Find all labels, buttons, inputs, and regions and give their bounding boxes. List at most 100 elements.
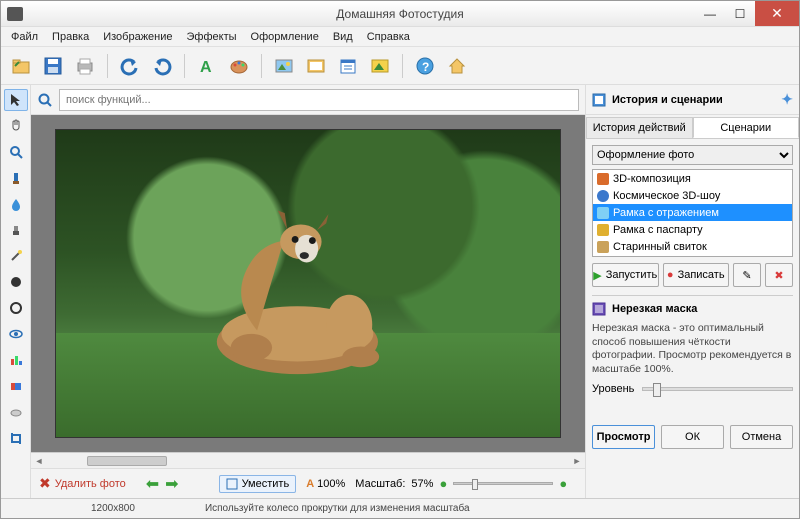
fit-button[interactable]: Уместить (219, 475, 297, 493)
save-button[interactable] (39, 52, 67, 80)
next-button[interactable]: ➡ (165, 474, 178, 494)
undo-button[interactable] (116, 52, 144, 80)
home-button[interactable] (443, 52, 471, 80)
unsharp-mask-section: Нерезкая маска Нерезкая маска - это опти… (592, 295, 793, 449)
drop-tool[interactable] (4, 193, 28, 215)
right-tabs: История действий Сценарии (586, 115, 799, 139)
search-row (31, 85, 585, 115)
right-header: История и сценарии ✦ (586, 85, 799, 115)
gradient-tool[interactable] (4, 375, 28, 397)
menu-edit[interactable]: Правка (46, 29, 95, 45)
list-item[interactable]: Старинный свиток (593, 238, 792, 255)
list-item[interactable]: 3D-композиция (593, 170, 792, 187)
menu-image[interactable]: Изображение (97, 29, 178, 45)
eraser-tool[interactable] (4, 401, 28, 423)
cancel-button[interactable]: Отмена (730, 425, 793, 449)
scenario-list[interactable]: 3D-композиция Космическое 3D-шоу Рамка с… (592, 169, 793, 257)
menu-view[interactable]: Вид (327, 29, 359, 45)
crop-tool[interactable] (4, 427, 28, 449)
calendar-button[interactable] (334, 52, 362, 80)
record-icon: ● (667, 269, 674, 281)
wand-icon: ✎ (742, 269, 751, 282)
menu-effects[interactable]: Эффекты (181, 29, 243, 45)
app-title: Домашняя Фотостудия (336, 7, 463, 21)
menu-file[interactable]: Файл (5, 29, 44, 45)
center-column: ◄ ► ✖ Удалить фото ⬅ ➡ Уместить A (31, 85, 585, 498)
list-item-selected[interactable]: Рамка с отражением (593, 204, 792, 221)
run-button[interactable]: ▶Запустить (592, 263, 659, 287)
history-icon (592, 93, 606, 107)
open-button[interactable] (7, 52, 35, 80)
redo-button[interactable] (148, 52, 176, 80)
image-button-3[interactable] (366, 52, 394, 80)
stamp-tool[interactable] (4, 219, 28, 241)
image-canvas[interactable] (55, 129, 561, 438)
help-button[interactable]: ? (411, 52, 439, 80)
mask-icon (592, 302, 606, 316)
delete-scenario-button[interactable]: ✖ (765, 263, 793, 287)
list-item[interactable]: Космическое 3D-шоу (593, 187, 792, 204)
zoom-tool[interactable] (4, 141, 28, 163)
zoom-slider[interactable] (453, 482, 553, 485)
print-button[interactable] (71, 52, 99, 80)
lighten-tool[interactable] (4, 297, 28, 319)
status-bar: 1200x800 Используйте колесо прокрутки дл… (1, 498, 799, 518)
zoom-out-button[interactable]: ● (439, 476, 447, 491)
menu-help[interactable]: Справка (361, 29, 416, 45)
scenario-category[interactable]: Оформление фото (592, 145, 793, 165)
fit-icon (226, 478, 238, 490)
play-icon: ▶ (593, 269, 601, 282)
wand-tool[interactable] (4, 245, 28, 267)
level-label: Уровень (592, 383, 634, 395)
delete-photo-button[interactable]: ✖ Удалить фото (39, 475, 126, 492)
tab-history[interactable]: История действий (586, 117, 693, 138)
darken-tool[interactable] (4, 271, 28, 293)
levels-tool[interactable] (4, 349, 28, 371)
mask-description: Нерезкая маска - это оптимальный способ … (592, 322, 793, 377)
svg-text:?: ? (422, 60, 429, 74)
h-scrollbar[interactable]: ◄ ► (31, 452, 585, 468)
scale-control: Масштаб: 57% ● ● (355, 476, 567, 491)
search-input[interactable] (59, 89, 579, 111)
record-button[interactable]: ●Записать (663, 263, 730, 287)
app-window: Домашняя Фотостудия — ☐ ✕ Файл Правка Из… (0, 0, 800, 519)
status-hint: Используйте колесо прокрутки для изменен… (205, 503, 470, 514)
list-item[interactable]: Рамка с паспарту (593, 221, 792, 238)
search-icon (37, 92, 53, 108)
zoom-a-icon: A (306, 478, 314, 490)
main-area: ◄ ► ✖ Удалить фото ⬅ ➡ Уместить A (1, 85, 799, 498)
status-dimensions: 1200x800 (91, 503, 135, 514)
minimize-button[interactable]: — (695, 1, 725, 26)
zoom-reset[interactable]: A 100% (306, 478, 345, 490)
add-scenario-button[interactable]: ✦ (781, 91, 793, 108)
canvas-viewport[interactable] (31, 115, 585, 452)
image-button-1[interactable] (270, 52, 298, 80)
pointer-tool[interactable] (4, 89, 28, 111)
text-tool-button[interactable]: A (193, 52, 221, 80)
palette-button[interactable] (225, 52, 253, 80)
bottom-bar: ✖ Удалить фото ⬅ ➡ Уместить A 100% Масшт… (31, 468, 585, 498)
svg-text:A: A (200, 59, 212, 76)
hand-tool[interactable] (4, 115, 28, 137)
titlebar: Домашняя Фотостудия — ☐ ✕ (1, 1, 799, 27)
left-toolbox (1, 85, 31, 498)
deer-illustration (157, 198, 449, 382)
zoom-in-button[interactable]: ● (559, 476, 567, 491)
delete-icon: ✖ (39, 475, 51, 492)
ok-button[interactable]: ОК (661, 425, 724, 449)
app-icon (7, 7, 23, 21)
preview-button[interactable]: Просмотр (592, 425, 655, 449)
close-button[interactable]: ✕ (755, 1, 799, 26)
tab-scenarios[interactable]: Сценарии (693, 117, 800, 138)
right-panel: История и сценарии ✦ История действий Сц… (585, 85, 799, 498)
delete-icon: ✖ (774, 269, 783, 282)
scenario-panel: Оформление фото 3D-композиция Космическо… (586, 139, 799, 455)
prev-button[interactable]: ⬅ (146, 474, 159, 494)
brush-tool[interactable] (4, 167, 28, 189)
maximize-button[interactable]: ☐ (725, 1, 755, 26)
settings-button[interactable]: ✎ (733, 263, 761, 287)
level-slider[interactable] (642, 387, 793, 391)
eye-tool[interactable] (4, 323, 28, 345)
image-button-2[interactable] (302, 52, 330, 80)
menu-decor[interactable]: Оформление (245, 29, 325, 45)
